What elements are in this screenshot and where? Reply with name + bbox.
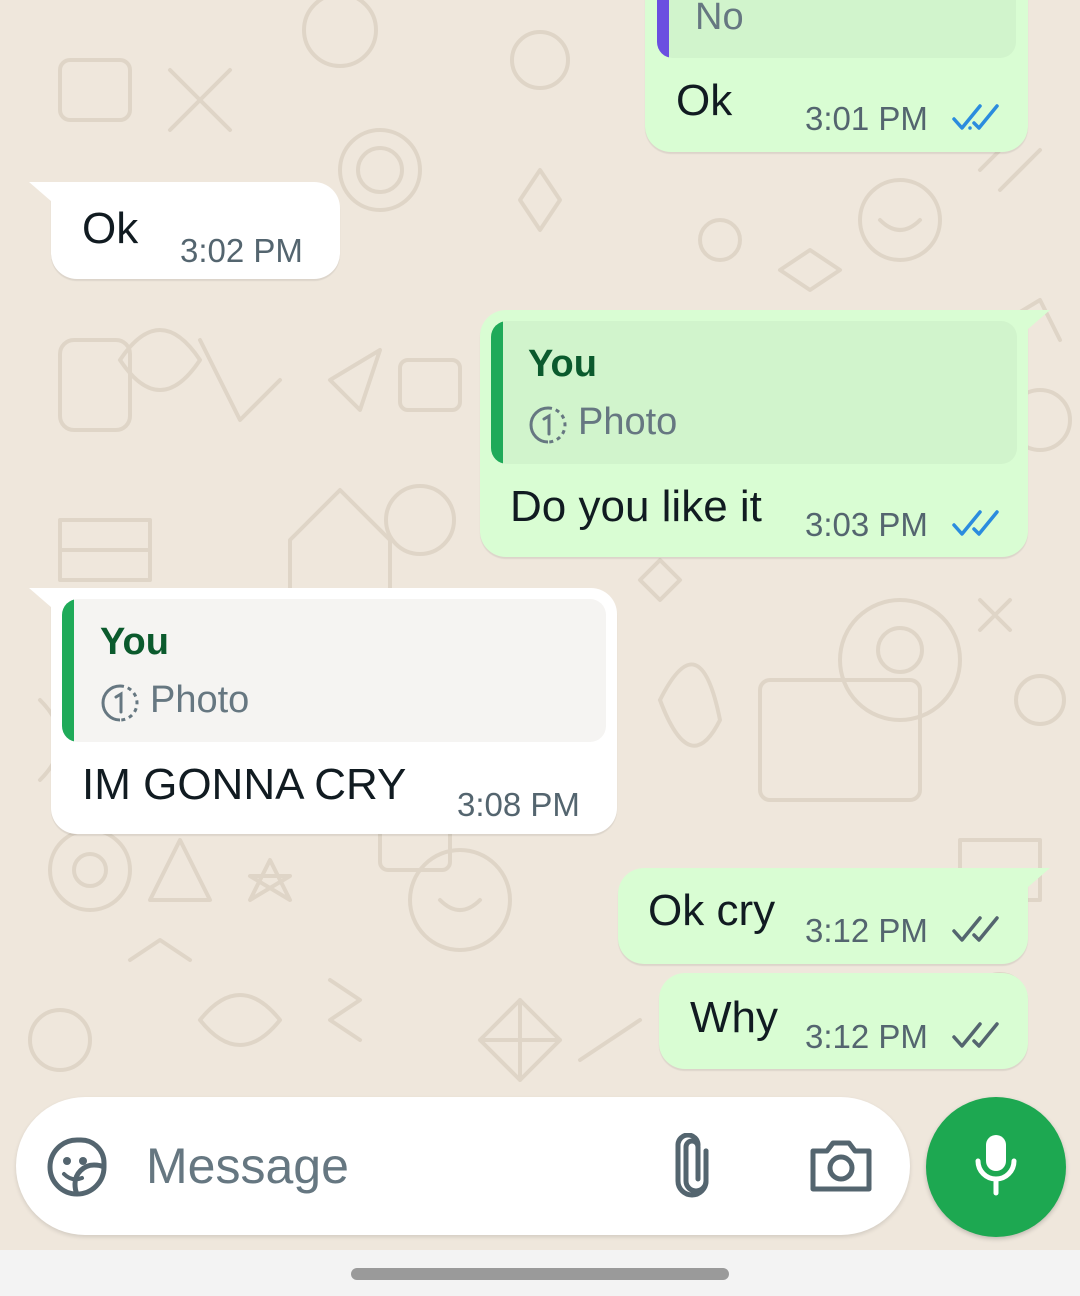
bubble-tail xyxy=(29,182,59,208)
sticker-icon[interactable] xyxy=(46,1136,108,1198)
quoted-message-text: No xyxy=(695,0,744,39)
bubble-tail xyxy=(29,588,59,614)
view-once-icon xyxy=(101,684,139,722)
message-text: IM GONNA CRY xyxy=(82,760,407,809)
read-receipt-icon xyxy=(952,510,999,536)
quoted-message[interactable]: You Photo xyxy=(62,599,606,742)
quote-accent-bar xyxy=(657,0,669,58)
quote-accent-bar xyxy=(491,321,503,464)
message-bubble-incoming[interactable]: Ok 3:02 PM xyxy=(29,182,340,279)
quoted-author: You xyxy=(100,621,169,663)
message-composer[interactable]: Message xyxy=(16,1097,910,1235)
read-receipt-icon xyxy=(952,104,999,130)
view-once-icon xyxy=(529,406,567,444)
message-text: Ok xyxy=(82,204,139,253)
delivered-receipt-icon xyxy=(952,1022,999,1048)
home-gesture-handle[interactable] xyxy=(351,1268,729,1280)
quoted-message[interactable]: No xyxy=(657,0,1016,58)
message-time: 3:12 PM xyxy=(805,912,928,949)
message-text: Do you like it xyxy=(510,482,762,531)
message-bubble-outgoing[interactable]: No Ok 3:01 PM xyxy=(645,0,1028,152)
message-bubble-outgoing[interactable]: Ok cry 3:12 PM xyxy=(618,868,1050,964)
message-bubble-incoming[interactable]: You Photo IM GONNA CRY 3:08 PM xyxy=(29,588,617,834)
message-time: 3:01 PM xyxy=(805,100,928,137)
voice-message-button[interactable] xyxy=(926,1097,1066,1237)
quoted-media-label: Photo xyxy=(528,401,828,451)
message-time: 3:08 PM xyxy=(457,786,580,823)
message-text: Ok xyxy=(676,76,733,125)
quoted-message[interactable]: You Photo xyxy=(491,321,1017,464)
quoted-media-text: Photo xyxy=(150,679,250,721)
quote-accent-bar xyxy=(62,599,74,742)
mic-icon xyxy=(975,1135,1017,1196)
bubble-tail xyxy=(1020,868,1050,894)
message-text: Ok cry xyxy=(648,886,776,935)
quoted-message-title: No xyxy=(695,0,744,38)
bubble-tail xyxy=(1020,310,1050,336)
system-navigation-bar xyxy=(0,1250,1080,1296)
attach-icon[interactable] xyxy=(674,1133,718,1199)
delivered-receipt-icon xyxy=(952,916,999,942)
message-bubble-outgoing[interactable]: Why 3:12 PM xyxy=(659,973,1028,1069)
quoted-media-text: Photo xyxy=(578,401,678,443)
message-text: Why xyxy=(690,993,778,1042)
camera-icon[interactable] xyxy=(809,1137,873,1193)
quoted-media-label: Photo xyxy=(100,679,400,729)
message-time: 3:12 PM xyxy=(805,1018,928,1055)
message-time: 3:02 PM xyxy=(180,232,303,269)
message-bubble-outgoing[interactable]: You Photo Do you like it 3:03 PM xyxy=(480,310,1050,557)
quoted-author: You xyxy=(528,343,597,385)
message-input[interactable]: Message xyxy=(146,1137,349,1195)
message-time: 3:03 PM xyxy=(805,506,928,543)
